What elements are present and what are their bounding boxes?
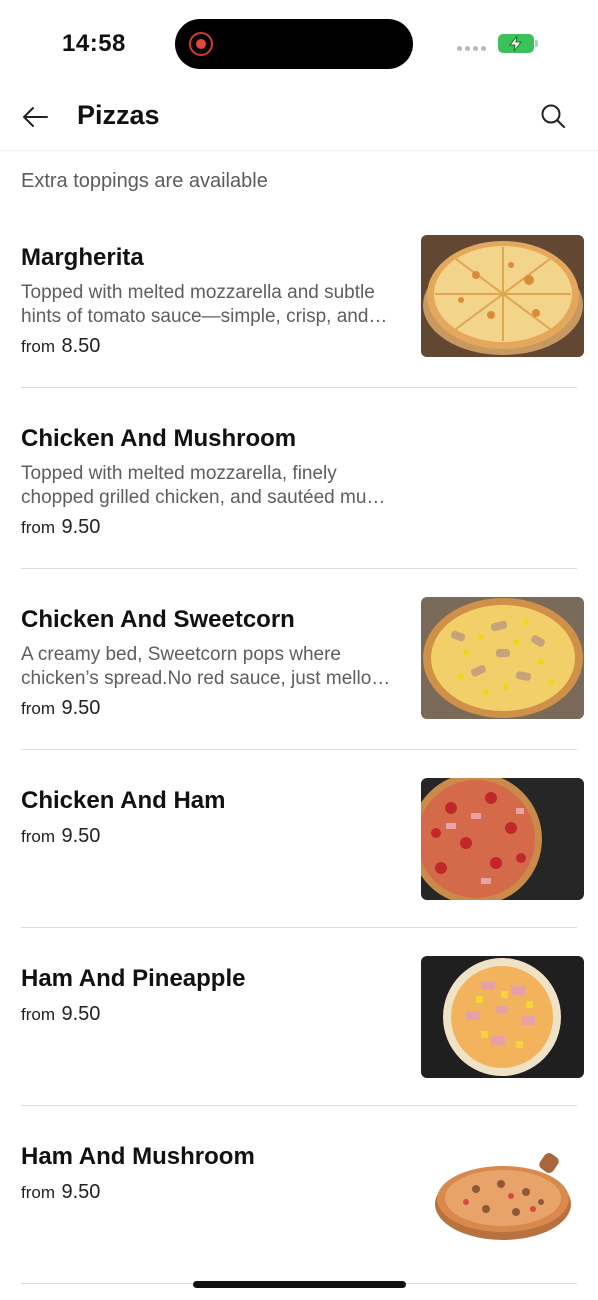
home-indicator[interactable] xyxy=(193,1281,406,1288)
pizza-image xyxy=(421,235,584,357)
page-title: Pizzas xyxy=(77,100,160,130)
item-divider xyxy=(21,1105,577,1106)
battery-charging-icon xyxy=(498,34,538,53)
menu-item-chicken-and-sweetcorn[interactable]: Chicken And Sweetcorn A creamy bed, Swee… xyxy=(21,597,584,738)
item-name: Ham And Pineapple xyxy=(21,965,246,992)
search-button[interactable] xyxy=(537,100,569,132)
item-price: from 9.50 xyxy=(21,697,101,719)
pizza-image xyxy=(421,778,584,900)
item-divider xyxy=(21,387,577,388)
pizza-image xyxy=(421,597,584,719)
item-divider xyxy=(21,568,577,569)
app-header: Pizzas xyxy=(0,88,598,148)
item-name: Ham And Mushroom xyxy=(21,1143,255,1170)
item-name: Chicken And Mushroom xyxy=(21,425,297,452)
item-divider xyxy=(21,927,577,928)
back-button[interactable] xyxy=(18,100,52,134)
menu-item-margherita[interactable]: Margherita Topped with melted mozzarella… xyxy=(21,235,584,376)
item-description: A creamy bed, Sweetcorn pops where chick… xyxy=(21,644,391,689)
item-description: Topped with melted mozzarella and subtle… xyxy=(21,282,388,327)
item-price: from 9.50 xyxy=(21,1003,101,1025)
status-bar: 14:58 xyxy=(0,0,598,88)
status-time: 14:58 xyxy=(62,30,126,57)
item-description: Topped with melted mozzarella, finely ch… xyxy=(21,463,386,508)
dynamic-island xyxy=(175,19,413,69)
pizza-image xyxy=(421,956,584,1078)
arrow-left-icon xyxy=(23,107,48,127)
menu-item-chicken-and-ham[interactable]: Chicken And Ham from 9.50 xyxy=(21,778,584,919)
pizza-image xyxy=(421,1134,584,1256)
recording-icon xyxy=(189,32,213,56)
header-divider xyxy=(0,150,598,151)
menu-item-ham-and-pineapple[interactable]: Ham And Pineapple from 9.50 xyxy=(21,956,584,1097)
item-price: from 9.50 xyxy=(21,1181,101,1203)
item-name: Margherita xyxy=(21,244,144,271)
signal-icon xyxy=(457,46,486,51)
search-icon xyxy=(541,104,565,128)
item-price: from 9.50 xyxy=(21,825,101,847)
menu-item-chicken-and-mushroom[interactable]: Chicken And Mushroom Topped with melted … xyxy=(21,417,577,557)
menu-subtitle: Extra toppings are available xyxy=(21,170,268,192)
item-price: from 8.50 xyxy=(21,335,101,357)
item-name: Chicken And Sweetcorn xyxy=(21,606,295,633)
item-price: from 9.50 xyxy=(21,516,101,538)
item-divider xyxy=(21,749,577,750)
item-name: Chicken And Ham xyxy=(21,787,226,814)
menu-item-ham-and-mushroom[interactable]: Ham And Mushroom from 9.50 xyxy=(21,1134,584,1275)
